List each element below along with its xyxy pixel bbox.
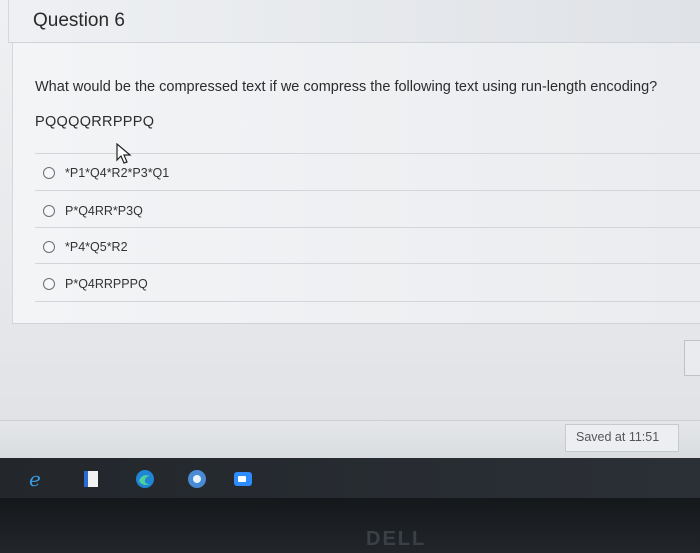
radio-button[interactable] <box>43 278 55 290</box>
answer-option-1[interactable]: *P1*Q4*R2*P3*Q1 <box>43 161 169 185</box>
radio-button[interactable] <box>43 241 55 253</box>
mouse-cursor-icon <box>116 143 132 164</box>
separator <box>35 301 700 302</box>
save-status-box: Saved at 11:51 <box>565 424 679 452</box>
option-label: *P1*Q4*R2*P3*Q1 <box>65 166 170 180</box>
option-label: *P4*Q5*R2 <box>65 240 128 254</box>
separator <box>35 227 700 228</box>
input-string: PQQQQRRPPPQ <box>35 114 155 130</box>
zoom-icon[interactable] <box>232 468 254 490</box>
answer-option-2[interactable]: P*Q4RR*P3Q <box>43 199 143 223</box>
edge-icon[interactable] <box>134 468 156 490</box>
question-prompt: What would be the compressed text if we … <box>35 79 658 95</box>
radio-button[interactable] <box>43 205 55 217</box>
answer-option-4[interactable]: P*Q4RRPPPQ <box>43 272 148 296</box>
saved-status: Saved at 11:51 <box>576 430 660 444</box>
chrome-icon[interactable] <box>186 468 208 490</box>
radio-button[interactable] <box>43 167 55 179</box>
option-label: P*Q4RR*P3Q <box>65 204 143 218</box>
dell-logo: DELL <box>366 528 427 550</box>
separator <box>35 190 700 191</box>
separator <box>35 153 700 154</box>
side-panel-tab[interactable] <box>684 340 700 376</box>
separator <box>35 263 700 264</box>
question-header: Question 6 <box>8 0 700 43</box>
question-title: Question 6 <box>33 10 125 31</box>
monitor-bezel: DELL <box>0 498 700 553</box>
internet-explorer-icon[interactable]: e <box>26 468 48 490</box>
windows-taskbar: e <box>0 458 700 498</box>
answer-option-3[interactable]: *P4*Q5*R2 <box>43 235 128 259</box>
option-label: P*Q4RRPPPQ <box>65 277 148 291</box>
file-icon[interactable] <box>80 468 102 490</box>
question-card: What would be the compressed text if we … <box>12 43 700 324</box>
browser-screen: Question 6 What would be the compressed … <box>0 0 700 458</box>
svg-text:e: e <box>29 468 41 490</box>
